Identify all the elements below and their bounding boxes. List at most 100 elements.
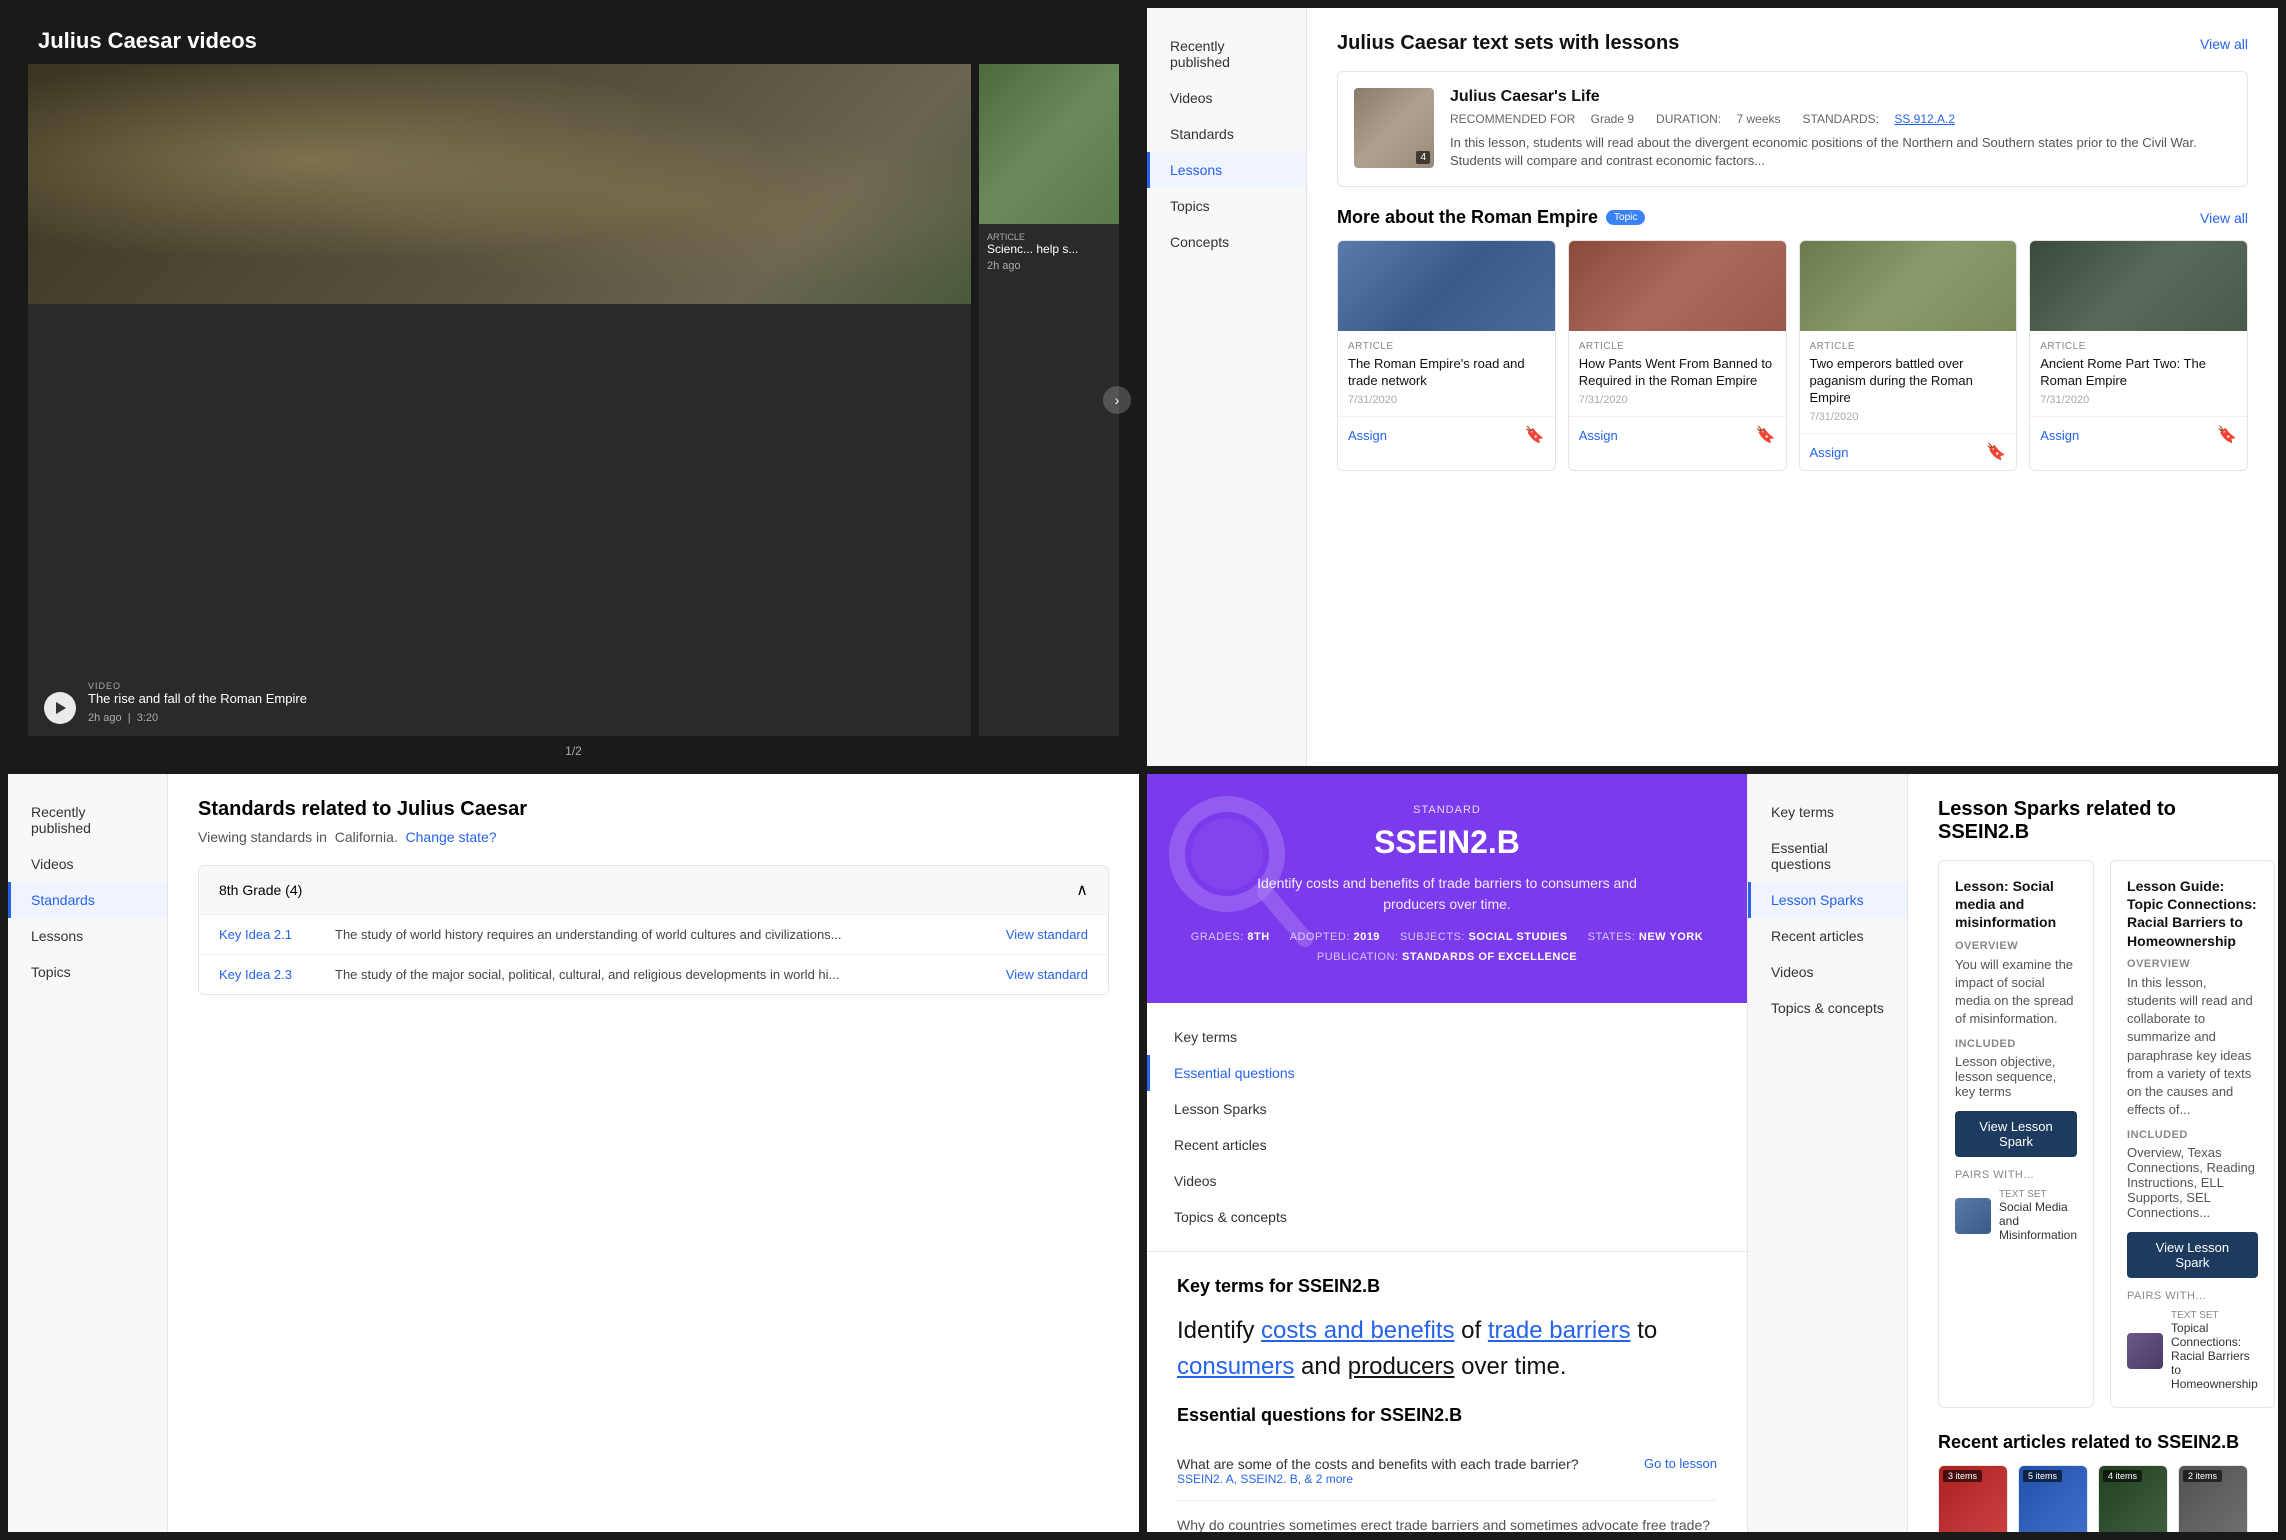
right-sidebar-recent-articles[interactable]: Recent articles	[1748, 918, 1907, 954]
spark-card-1: Lesson: Social media and misinformation …	[1938, 860, 2094, 1408]
article-card-3[interactable]: ARTICLE Two emperors battled over pagani…	[1799, 240, 2018, 471]
article-info-2: ARTICLE How Pants Went From Banned to Re…	[1569, 331, 1786, 416]
recent-article-4[interactable]: 2 items Associated Press 2d ago As world…	[2178, 1465, 2248, 1532]
view-standard-2[interactable]: View standard	[968, 967, 1088, 982]
publication-meta-row: PUBLICATION: STANDARDS OF EXCELLENCE	[1187, 951, 1707, 963]
q2-section-title: Julius Caesar text sets with lessons Vie…	[1337, 32, 2248, 55]
right-sidebar-lesson-sparks[interactable]: Lesson Sparks	[1748, 882, 1907, 918]
more-section-title: More about the Roman Empire Topic View a…	[1337, 207, 2248, 228]
recent-article-thumb-2: 5 items	[2019, 1466, 2087, 1532]
view-spark-btn-1[interactable]: View Lesson Spark	[1955, 1111, 2077, 1157]
article-card-1[interactable]: ARTICLE The Roman Empire's road and trad…	[1337, 240, 1556, 471]
bookmark-icon-4[interactable]: 🔖	[2217, 425, 2237, 445]
sidebar-lessons[interactable]: Lessons	[1147, 152, 1306, 188]
lesson-thumbnail: 4	[1354, 88, 1434, 168]
more-view-all[interactable]: View all	[2200, 210, 2248, 226]
q1-side-article-thumb	[979, 64, 1119, 224]
pairs-text-2[interactable]: Topical Connections: Racial Barriers to …	[2171, 1321, 2258, 1391]
nav-recent-articles[interactable]: Recent articles	[1147, 1127, 1747, 1163]
nav-topics-concepts[interactable]: Topics & concepts	[1147, 1199, 1747, 1235]
nav-essential-questions[interactable]: Essential questions	[1147, 1055, 1747, 1091]
assign-button-1[interactable]: Assign	[1348, 428, 1387, 443]
q1-side-article-label: ARTICLE Scienc... help s... 2h ago	[979, 224, 1119, 280]
sidebar-recently-published[interactable]: Recently published	[1147, 28, 1306, 80]
article-card-2[interactable]: ARTICLE How Pants Went From Banned to Re…	[1568, 240, 1787, 471]
q1-video-thumbnail	[28, 64, 971, 304]
view-spark-btn-2[interactable]: View Lesson Spark	[2127, 1232, 2258, 1278]
standards-subtitle: Viewing standards in California. Change …	[198, 829, 1109, 845]
video-type-badge: VIDEO	[88, 681, 307, 691]
bookmark-icon-3[interactable]: 🔖	[1986, 442, 2006, 462]
pairs-info-1: TEXT SET Social Media and Misinformation	[1999, 1189, 2077, 1242]
assign-button-2[interactable]: Assign	[1579, 428, 1618, 443]
bookmark-icon-1[interactable]: 🔖	[1525, 425, 1545, 445]
pairs-type-1: TEXT SET	[1999, 1189, 2077, 1200]
q1-video-area: VIDEO The rise and fall of the Roman Emp…	[8, 64, 1139, 736]
spark-overview-text-2: In this lesson, students will read and c…	[2127, 974, 2258, 1120]
article-type-3: ARTICLE	[1810, 341, 2007, 352]
pairs-text-1[interactable]: Social Media and Misinformation	[1999, 1200, 2077, 1242]
view-standard-1[interactable]: View standard	[968, 927, 1088, 942]
article-date-4: 7/31/2020	[2040, 394, 2237, 406]
q3-sidebar-topics[interactable]: Topics	[8, 954, 167, 990]
grade-accordion: 8th Grade (4) Key Idea 2.1 The study of …	[198, 865, 1109, 995]
eq-text-1: What are some of the costs and benefits …	[1177, 1456, 1579, 1472]
q3-sidebar-standards[interactable]: Standards	[8, 882, 167, 918]
recent-article-1[interactable]: 3 items Associated Press 2d ago Does Rai…	[1938, 1465, 2008, 1532]
recent-article-2[interactable]: 5 items Associated Press 3d ago Why is i…	[2018, 1465, 2088, 1532]
eq-tags-1[interactable]: SSEIN2. A, SSEIN2. B, & 2 more	[1177, 1472, 1579, 1486]
key-idea-2[interactable]: Key Idea 2.3	[219, 967, 319, 982]
duration-value: 7 weeks	[1737, 112, 1781, 126]
q3-sidebar-recently-published[interactable]: Recently published	[8, 794, 167, 846]
next-arrow[interactable]: ›	[1103, 386, 1131, 414]
view-all-link[interactable]: View all	[2200, 36, 2248, 52]
video-title: The rise and fall of the Roman Empire	[88, 691, 307, 708]
pairs-with-label-2: Pairs with...	[2127, 1290, 2258, 1302]
articles-grid: ARTICLE The Roman Empire's road and trad…	[1337, 240, 2248, 471]
go-to-lesson-link[interactable]: Go to lesson	[1644, 1456, 1717, 1471]
key-idea-1[interactable]: Key Idea 2.1	[219, 927, 319, 942]
sidebar-concepts[interactable]: Concepts	[1147, 224, 1306, 260]
standard-hero-content: STANDARD SSEIN2.B Identify costs and ben…	[1187, 804, 1707, 963]
source-badge-1: 3 items	[1943, 1470, 1982, 1482]
q1-main-video[interactable]: VIDEO The rise and fall of the Roman Emp…	[28, 64, 971, 736]
article-card-4[interactable]: ARTICLE Ancient Rome Part Two: The Roman…	[2029, 240, 2248, 471]
lesson-title[interactable]: Julius Caesar's Life	[1450, 88, 2231, 106]
julius-figure	[28, 64, 971, 304]
nav-key-terms[interactable]: Key terms	[1147, 1019, 1747, 1055]
nav-videos[interactable]: Videos	[1147, 1163, 1747, 1199]
standards-value[interactable]: SS.912.A.2	[1894, 112, 1955, 126]
change-state-link[interactable]: Change state?	[406, 829, 497, 845]
sidebar-standards[interactable]: Standards	[1147, 116, 1306, 152]
assign-button-4[interactable]: Assign	[2040, 428, 2079, 443]
article-actions-3: Assign 🔖	[1800, 433, 2017, 470]
grade-header[interactable]: 8th Grade (4)	[199, 866, 1108, 914]
article-actions-2: Assign 🔖	[1569, 416, 1786, 453]
right-sidebar-videos[interactable]: Videos	[1748, 954, 1907, 990]
state-name: California.	[335, 829, 398, 845]
bookmark-icon-2[interactable]: 🔖	[1756, 425, 1776, 445]
q3-sidebar-videos[interactable]: Videos	[8, 846, 167, 882]
trade-barriers-term: trade barriers	[1488, 1317, 1631, 1344]
nav-lesson-sparks[interactable]: Lesson Sparks	[1147, 1091, 1747, 1127]
right-sidebar-topics-concepts[interactable]: Topics & concepts	[1748, 990, 1907, 1026]
assign-button-3[interactable]: Assign	[1810, 445, 1849, 460]
recent-article-3[interactable]: 4 items Associated Press 2d ago Goodbye …	[2098, 1465, 2168, 1532]
play-button[interactable]	[44, 692, 76, 724]
sidebar-videos[interactable]: Videos	[1147, 80, 1306, 116]
q2-main: Julius Caesar text sets with lessons Vie…	[1307, 8, 2278, 766]
right-sidebar-key-terms[interactable]: Key terms	[1748, 794, 1907, 830]
costs-benefits-term: costs and benefits	[1261, 1317, 1454, 1344]
q1-side-article[interactable]: ARTICLE Scienc... help s... 2h ago	[979, 64, 1119, 736]
q3-sidebar-lessons[interactable]: Lessons	[8, 918, 167, 954]
grade-label: 8th Grade (4)	[219, 882, 302, 898]
right-sidebar-essential-questions[interactable]: Essential questions	[1748, 830, 1907, 882]
article-thumb-2	[1569, 241, 1786, 331]
standard-hero: STANDARD SSEIN2.B Identify costs and ben…	[1147, 774, 1747, 1003]
pairs-info-2: TEXT SET Topical Connections: Racial Bar…	[2171, 1310, 2258, 1391]
q3-standards: Recently published Videos Standards Less…	[8, 774, 1139, 1532]
sidebar-topics[interactable]: Topics	[1147, 188, 1306, 224]
sparks-section-title: Lesson Sparks related to SSEIN2.B	[1938, 798, 2248, 844]
std-code: SSEIN2.B	[1187, 824, 1707, 861]
duration-label: DURATION:	[1656, 112, 1724, 126]
